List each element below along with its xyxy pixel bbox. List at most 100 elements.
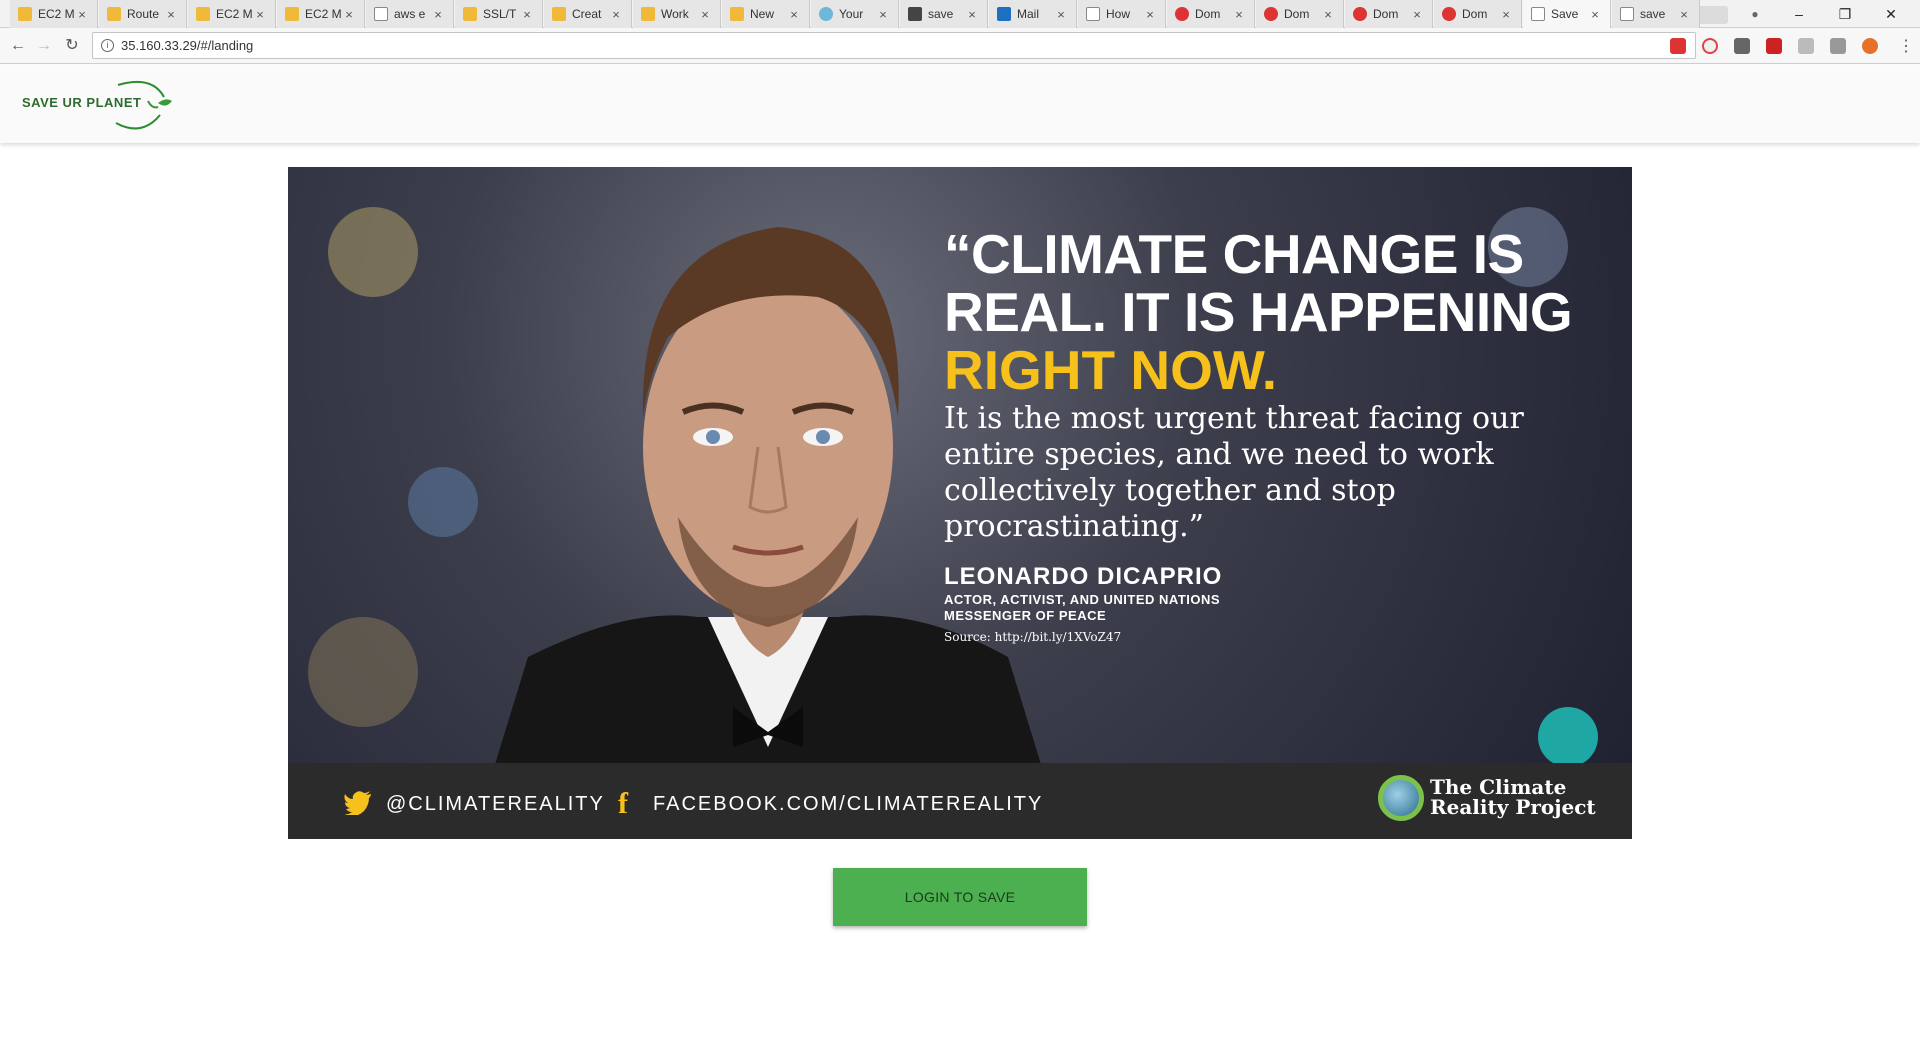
- forward-icon[interactable]: →: [34, 36, 54, 56]
- close-tab-icon[interactable]: ×: [1499, 7, 1513, 22]
- browser-tab[interactable]: Route ×: [99, 0, 187, 28]
- tab-title: How: [1106, 7, 1131, 21]
- climate-quote-banner: “CLIMATE CHANGE IS REAL. IT IS HAPPENING…: [288, 167, 1632, 839]
- tab-title: New: [750, 7, 775, 21]
- quote-body: It is the most urgent threat facing our …: [944, 401, 1524, 544]
- browser-tab[interactable]: How ×: [1078, 0, 1166, 28]
- aws-icon: [107, 7, 121, 21]
- close-tab-icon[interactable]: ×: [342, 7, 356, 22]
- extension-tool-icon[interactable]: [1830, 38, 1846, 54]
- close-tab-icon[interactable]: ×: [965, 7, 979, 22]
- quote-highlight: RIGHT NOW.: [944, 339, 1278, 401]
- url-text: 35.160.33.29/#/landing: [121, 38, 254, 53]
- domain-icon: [1353, 7, 1367, 21]
- close-tab-icon[interactable]: ×: [1677, 7, 1691, 22]
- outlook-icon: [997, 7, 1011, 21]
- aws-icon: [18, 7, 32, 21]
- domain-icon: [1264, 7, 1278, 21]
- quote-source: Source: http://bit.ly/1XVoZ47: [944, 630, 1122, 644]
- close-tab-icon[interactable]: ×: [1410, 7, 1424, 22]
- browser-tab[interactable]: EC2 M ×: [10, 0, 98, 28]
- aws-icon: [285, 7, 299, 21]
- tab-title: Mail: [1017, 7, 1040, 21]
- aws-icon: [196, 7, 210, 21]
- tab-title: aws e: [394, 7, 426, 21]
- close-tab-icon[interactable]: ×: [1232, 7, 1246, 22]
- browser-toolbar: ← → ↻ i 35.160.33.29/#/landing ☆ ⋮: [0, 28, 1920, 64]
- browser-tab[interactable]: Your ×: [811, 0, 899, 28]
- browser-tab[interactable]: save ×: [1612, 0, 1700, 28]
- browser-tab[interactable]: save ×: [900, 0, 988, 28]
- tab-title: Dom: [1462, 7, 1488, 21]
- reload-icon[interactable]: ↻: [62, 36, 82, 56]
- extension-lastpass-icon[interactable]: [1670, 38, 1686, 54]
- browser-tab[interactable]: Work ×: [633, 0, 721, 28]
- address-bar[interactable]: i 35.160.33.29/#/landing ☆: [92, 32, 1696, 59]
- twitter-icon: [344, 791, 371, 815]
- tab-title: Work: [661, 7, 689, 21]
- domain-icon: [1175, 7, 1189, 21]
- tab-title: Your: [839, 7, 864, 21]
- info-icon[interactable]: i: [101, 39, 114, 52]
- facebook-url: FACEBOOK.COM/CLIMATEREALITY: [653, 793, 1044, 815]
- close-tab-icon[interactable]: ×: [520, 7, 534, 22]
- tab-title: save: [1640, 7, 1666, 21]
- page-icon: [1531, 7, 1545, 21]
- aws-icon: [641, 7, 655, 21]
- close-tab-icon[interactable]: ×: [698, 7, 712, 22]
- restore-icon[interactable]: ❐: [1822, 0, 1868, 28]
- extension-adblock-icon[interactable]: [1702, 38, 1718, 54]
- globe-icon: [819, 7, 833, 21]
- extension-cors-icon[interactable]: [1766, 38, 1782, 54]
- page-icon: [1620, 7, 1634, 21]
- banner-footer: @CLIMATEREALITY f FACEBOOK.COM/CLIMATERE…: [288, 763, 1632, 839]
- browser-menu-icon[interactable]: ⋮: [1898, 36, 1914, 56]
- quote-headline: “CLIMATE CHANGE IS REAL. IT IS HAPPENING: [944, 223, 1573, 343]
- close-tab-icon[interactable]: ×: [876, 7, 890, 22]
- profile-icon[interactable]: ●: [1732, 0, 1778, 28]
- close-tab-icon[interactable]: ×: [787, 7, 801, 22]
- browser-tab[interactable]: Dom ×: [1345, 0, 1433, 28]
- close-tab-icon[interactable]: ×: [609, 7, 623, 22]
- leaf-logo-icon: [115, 81, 172, 130]
- tab-title: Dom: [1284, 7, 1310, 21]
- tab-title: Creat: [572, 7, 602, 21]
- close-tab-icon[interactable]: ×: [75, 7, 89, 22]
- aws-icon: [730, 7, 744, 21]
- browser-tab[interactable]: SSL/T ×: [455, 0, 543, 28]
- extension-orange-icon[interactable]: [1862, 38, 1878, 54]
- github-icon: [908, 7, 922, 21]
- browser-tab[interactable]: Save ×: [1523, 0, 1611, 28]
- browser-tab[interactable]: New ×: [722, 0, 810, 28]
- login-to-save-button[interactable]: LOGIN TO SAVE: [833, 868, 1087, 926]
- extension-pocket-icon[interactable]: [1734, 38, 1750, 54]
- browser-tab[interactable]: Creat ×: [544, 0, 632, 28]
- extension-shield-icon[interactable]: [1798, 38, 1814, 54]
- facebook-icon: f: [618, 787, 628, 820]
- domain-icon: [1442, 7, 1456, 21]
- browser-tab[interactable]: Mail ×: [989, 0, 1077, 28]
- close-window-icon[interactable]: ✕: [1868, 0, 1914, 28]
- tab-title: EC2 M: [216, 7, 253, 21]
- google-icon: [374, 7, 388, 21]
- close-tab-icon[interactable]: ×: [164, 7, 178, 22]
- browser-tab[interactable]: aws e ×: [366, 0, 454, 28]
- close-tab-icon[interactable]: ×: [1588, 7, 1602, 22]
- twitter-handle: @CLIMATEREALITY: [386, 793, 605, 815]
- browser-tab[interactable]: Dom ×: [1434, 0, 1522, 28]
- tab-title: EC2 M: [38, 7, 75, 21]
- google-icon: [1086, 7, 1100, 21]
- back-icon[interactable]: ←: [8, 36, 28, 56]
- close-tab-icon[interactable]: ×: [1143, 7, 1157, 22]
- tab-title: Save: [1551, 7, 1579, 21]
- close-tab-icon[interactable]: ×: [431, 7, 445, 22]
- minimize-icon[interactable]: –: [1776, 0, 1822, 28]
- browser-tab[interactable]: Dom ×: [1256, 0, 1344, 28]
- close-tab-icon[interactable]: ×: [1321, 7, 1335, 22]
- close-tab-icon[interactable]: ×: [253, 7, 267, 22]
- close-tab-icon[interactable]: ×: [1054, 7, 1068, 22]
- quote-author-role: ACTOR, ACTIVIST, AND UNITED NATIONS MESS…: [944, 592, 1221, 623]
- browser-tab[interactable]: EC2 M ×: [188, 0, 276, 28]
- browser-tab[interactable]: Dom ×: [1167, 0, 1255, 28]
- browser-tab[interactable]: EC2 M ×: [277, 0, 365, 28]
